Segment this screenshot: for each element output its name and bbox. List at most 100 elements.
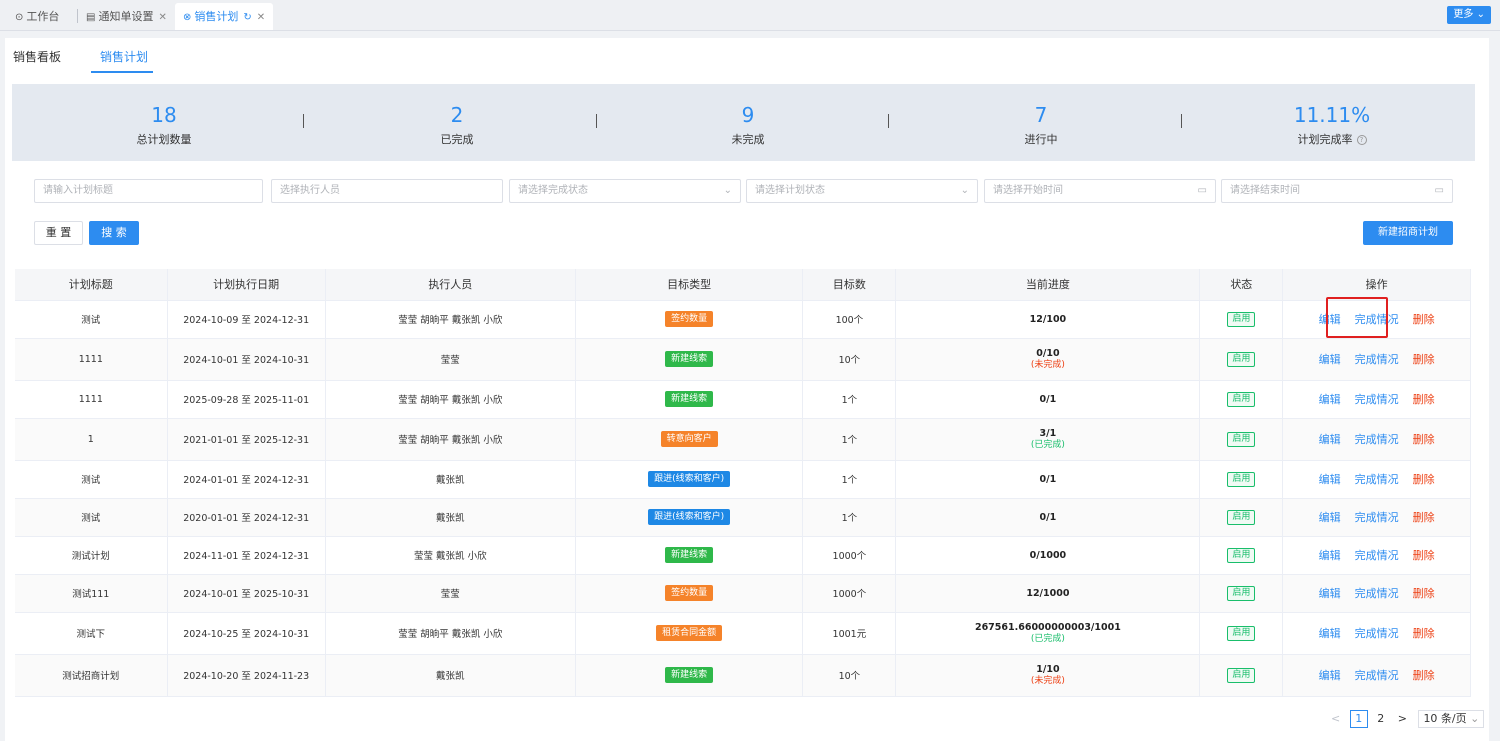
plan-title-input[interactable]: 请输入计划标题: [34, 179, 263, 203]
stat-divider: [888, 114, 889, 128]
cell-date: 2025-09-28 至 2025-11-01: [167, 380, 326, 419]
subtab-sales-plan[interactable]: 销售计划: [100, 48, 148, 65]
column-header: 操作: [1282, 269, 1471, 301]
completion-link[interactable]: 完成情况: [1355, 393, 1399, 406]
target-type-tag: 转意向客户: [660, 431, 718, 447]
table-row: 测试111 2024-10-01 至 2025-10-31 莹莹 签约数量 1000个 1…: [15, 574, 1471, 613]
chevron-down-icon: ⌄: [1476, 9, 1485, 20]
cell-status: 启用: [1199, 498, 1284, 537]
cell-date: 2024-01-01 至 2024-12-31: [167, 460, 326, 499]
progress-status: (未完成): [1030, 675, 1065, 686]
delete-link[interactable]: 删除: [1413, 511, 1435, 524]
cell-status: 启用: [1199, 418, 1284, 461]
completion-link[interactable]: 完成情况: [1355, 549, 1399, 562]
tab-sales-plan[interactable]: ⊗ 销售计划 ↻ ✕: [175, 3, 274, 31]
cell-progress: 12/1000: [895, 574, 1201, 613]
delete-link[interactable]: 删除: [1413, 353, 1435, 366]
prev-page-button[interactable]: <: [1331, 712, 1340, 725]
search-button[interactable]: 搜 索: [89, 221, 139, 245]
edit-link[interactable]: 编辑: [1319, 669, 1341, 682]
stat-label: 进行中: [1024, 133, 1058, 146]
stat-incomplete: 9 未完成: [648, 84, 848, 147]
start-date-picker[interactable]: 请选择开始时间 ▭: [984, 179, 1216, 203]
completion-link[interactable]: 完成情况: [1355, 587, 1399, 600]
cell-date: 2024-10-20 至 2024-11-23: [167, 654, 326, 697]
cell-status: 启用: [1199, 536, 1284, 575]
completion-link[interactable]: 完成情况: [1355, 473, 1399, 486]
edit-link[interactable]: 编辑: [1319, 627, 1341, 640]
placeholder: 请输入计划标题: [43, 185, 113, 196]
status-badge: 启用: [1227, 585, 1256, 601]
delete-link[interactable]: 删除: [1413, 669, 1435, 682]
cell-executors: 莹莹 胡晌平 戴张凯 小欣: [325, 380, 576, 419]
chevron-down-icon: ⌄: [960, 185, 969, 196]
completion-link[interactable]: 完成情况: [1355, 433, 1399, 446]
table-row: 测试计划 2024-11-01 至 2024-12-31 莹莹 戴张凯 小欣 新建线索…: [15, 536, 1471, 575]
edit-link[interactable]: 编辑: [1319, 511, 1341, 524]
progress-value: 0/1000: [1029, 549, 1067, 561]
cell-actions: 编辑 完成情况 删除: [1282, 338, 1471, 381]
stat-divider: [1181, 114, 1182, 128]
completion-link[interactable]: 完成情况: [1355, 627, 1399, 640]
next-page-button[interactable]: >: [1398, 712, 1407, 725]
progress-value: 3/1: [1039, 427, 1057, 439]
edit-link[interactable]: 编辑: [1319, 549, 1341, 562]
refresh-icon[interactable]: ↻: [243, 4, 251, 31]
delete-link[interactable]: 删除: [1413, 587, 1435, 600]
delete-link[interactable]: 删除: [1413, 473, 1435, 486]
cell-executors: 莹莹: [325, 338, 576, 381]
status-badge: 启用: [1227, 351, 1256, 367]
active-tab-indicator: [91, 71, 153, 73]
tab-workbench[interactable]: ⊙ 工作台: [15, 3, 59, 30]
target-type-tag: 新建线索: [665, 547, 714, 563]
plans-table: 计划标题 计划执行日期 执行人员 目标类型 目标数 当前进度 状态 操作 测试 2…: [15, 269, 1471, 697]
edit-link[interactable]: 编辑: [1319, 587, 1341, 600]
page-2-button[interactable]: 2: [1377, 712, 1384, 725]
help-icon[interactable]: ?: [1356, 135, 1367, 145]
progress-status: (已完成): [1030, 439, 1065, 450]
delete-link[interactable]: 删除: [1413, 393, 1435, 406]
completion-link[interactable]: 完成情况: [1355, 669, 1399, 682]
progress-value: 0/1: [1039, 473, 1057, 485]
edit-link[interactable]: 编辑: [1319, 353, 1341, 366]
edit-link[interactable]: 编辑: [1319, 433, 1341, 446]
close-icon[interactable]: ✕: [158, 4, 166, 31]
edit-link[interactable]: 编辑: [1319, 393, 1341, 406]
delete-link[interactable]: 删除: [1413, 627, 1435, 640]
cell-date: 2024-10-09 至 2024-12-31: [167, 300, 326, 339]
cell-actions: 编辑 完成情况 删除: [1282, 498, 1471, 537]
delete-link[interactable]: 删除: [1413, 549, 1435, 562]
target-type-tag: 新建线索: [665, 391, 714, 407]
delete-link[interactable]: 删除: [1413, 433, 1435, 446]
more-button[interactable]: 更多 ⌄: [1447, 6, 1491, 24]
subtab-sales-board[interactable]: 销售看板: [13, 48, 61, 65]
complete-status-select[interactable]: 请选择完成状态 ⌄: [509, 179, 741, 203]
new-plan-button[interactable]: 新建招商计划: [1363, 221, 1453, 245]
cell-date: 2024-10-25 至 2024-10-31: [167, 612, 326, 655]
cell-title: 测试: [15, 300, 168, 339]
progress-value: 12/100: [1029, 313, 1067, 325]
cell-executors: 莹莹 胡晌平 戴张凯 小欣: [325, 300, 576, 339]
column-header: 计划标题: [15, 269, 168, 301]
cell-title: 测试下: [15, 612, 168, 655]
progress-value: 0/1: [1039, 511, 1057, 523]
completion-link[interactable]: 完成情况: [1355, 353, 1399, 366]
plan-status-select[interactable]: 请选择计划状态 ⌄: [746, 179, 978, 203]
delete-link[interactable]: 删除: [1413, 313, 1435, 326]
edit-link[interactable]: 编辑: [1319, 473, 1341, 486]
cell-status: 启用: [1199, 380, 1284, 419]
end-date-picker[interactable]: 请选择结束时间 ▭: [1221, 179, 1453, 203]
tag-icon: ⊗: [183, 12, 192, 23]
page-size-label: 10 条/页: [1423, 712, 1467, 725]
completion-link[interactable]: 完成情况: [1355, 511, 1399, 524]
close-icon[interactable]: ✕: [257, 4, 265, 31]
cell-target: 10个: [802, 654, 897, 697]
cell-target: 1001元: [802, 612, 897, 655]
page-size-select[interactable]: 10 条/页 ⌄: [1418, 710, 1485, 728]
cell-status: 启用: [1199, 300, 1284, 339]
executor-select[interactable]: 选择执行人员: [271, 179, 503, 203]
cell-date: 2024-10-01 至 2025-10-31: [167, 574, 326, 613]
page-1-button[interactable]: 1: [1349, 710, 1368, 728]
reset-button[interactable]: 重 置: [34, 221, 83, 245]
tab-notice-settings[interactable]: ▤ 通知单设置 ✕: [86, 3, 167, 30]
